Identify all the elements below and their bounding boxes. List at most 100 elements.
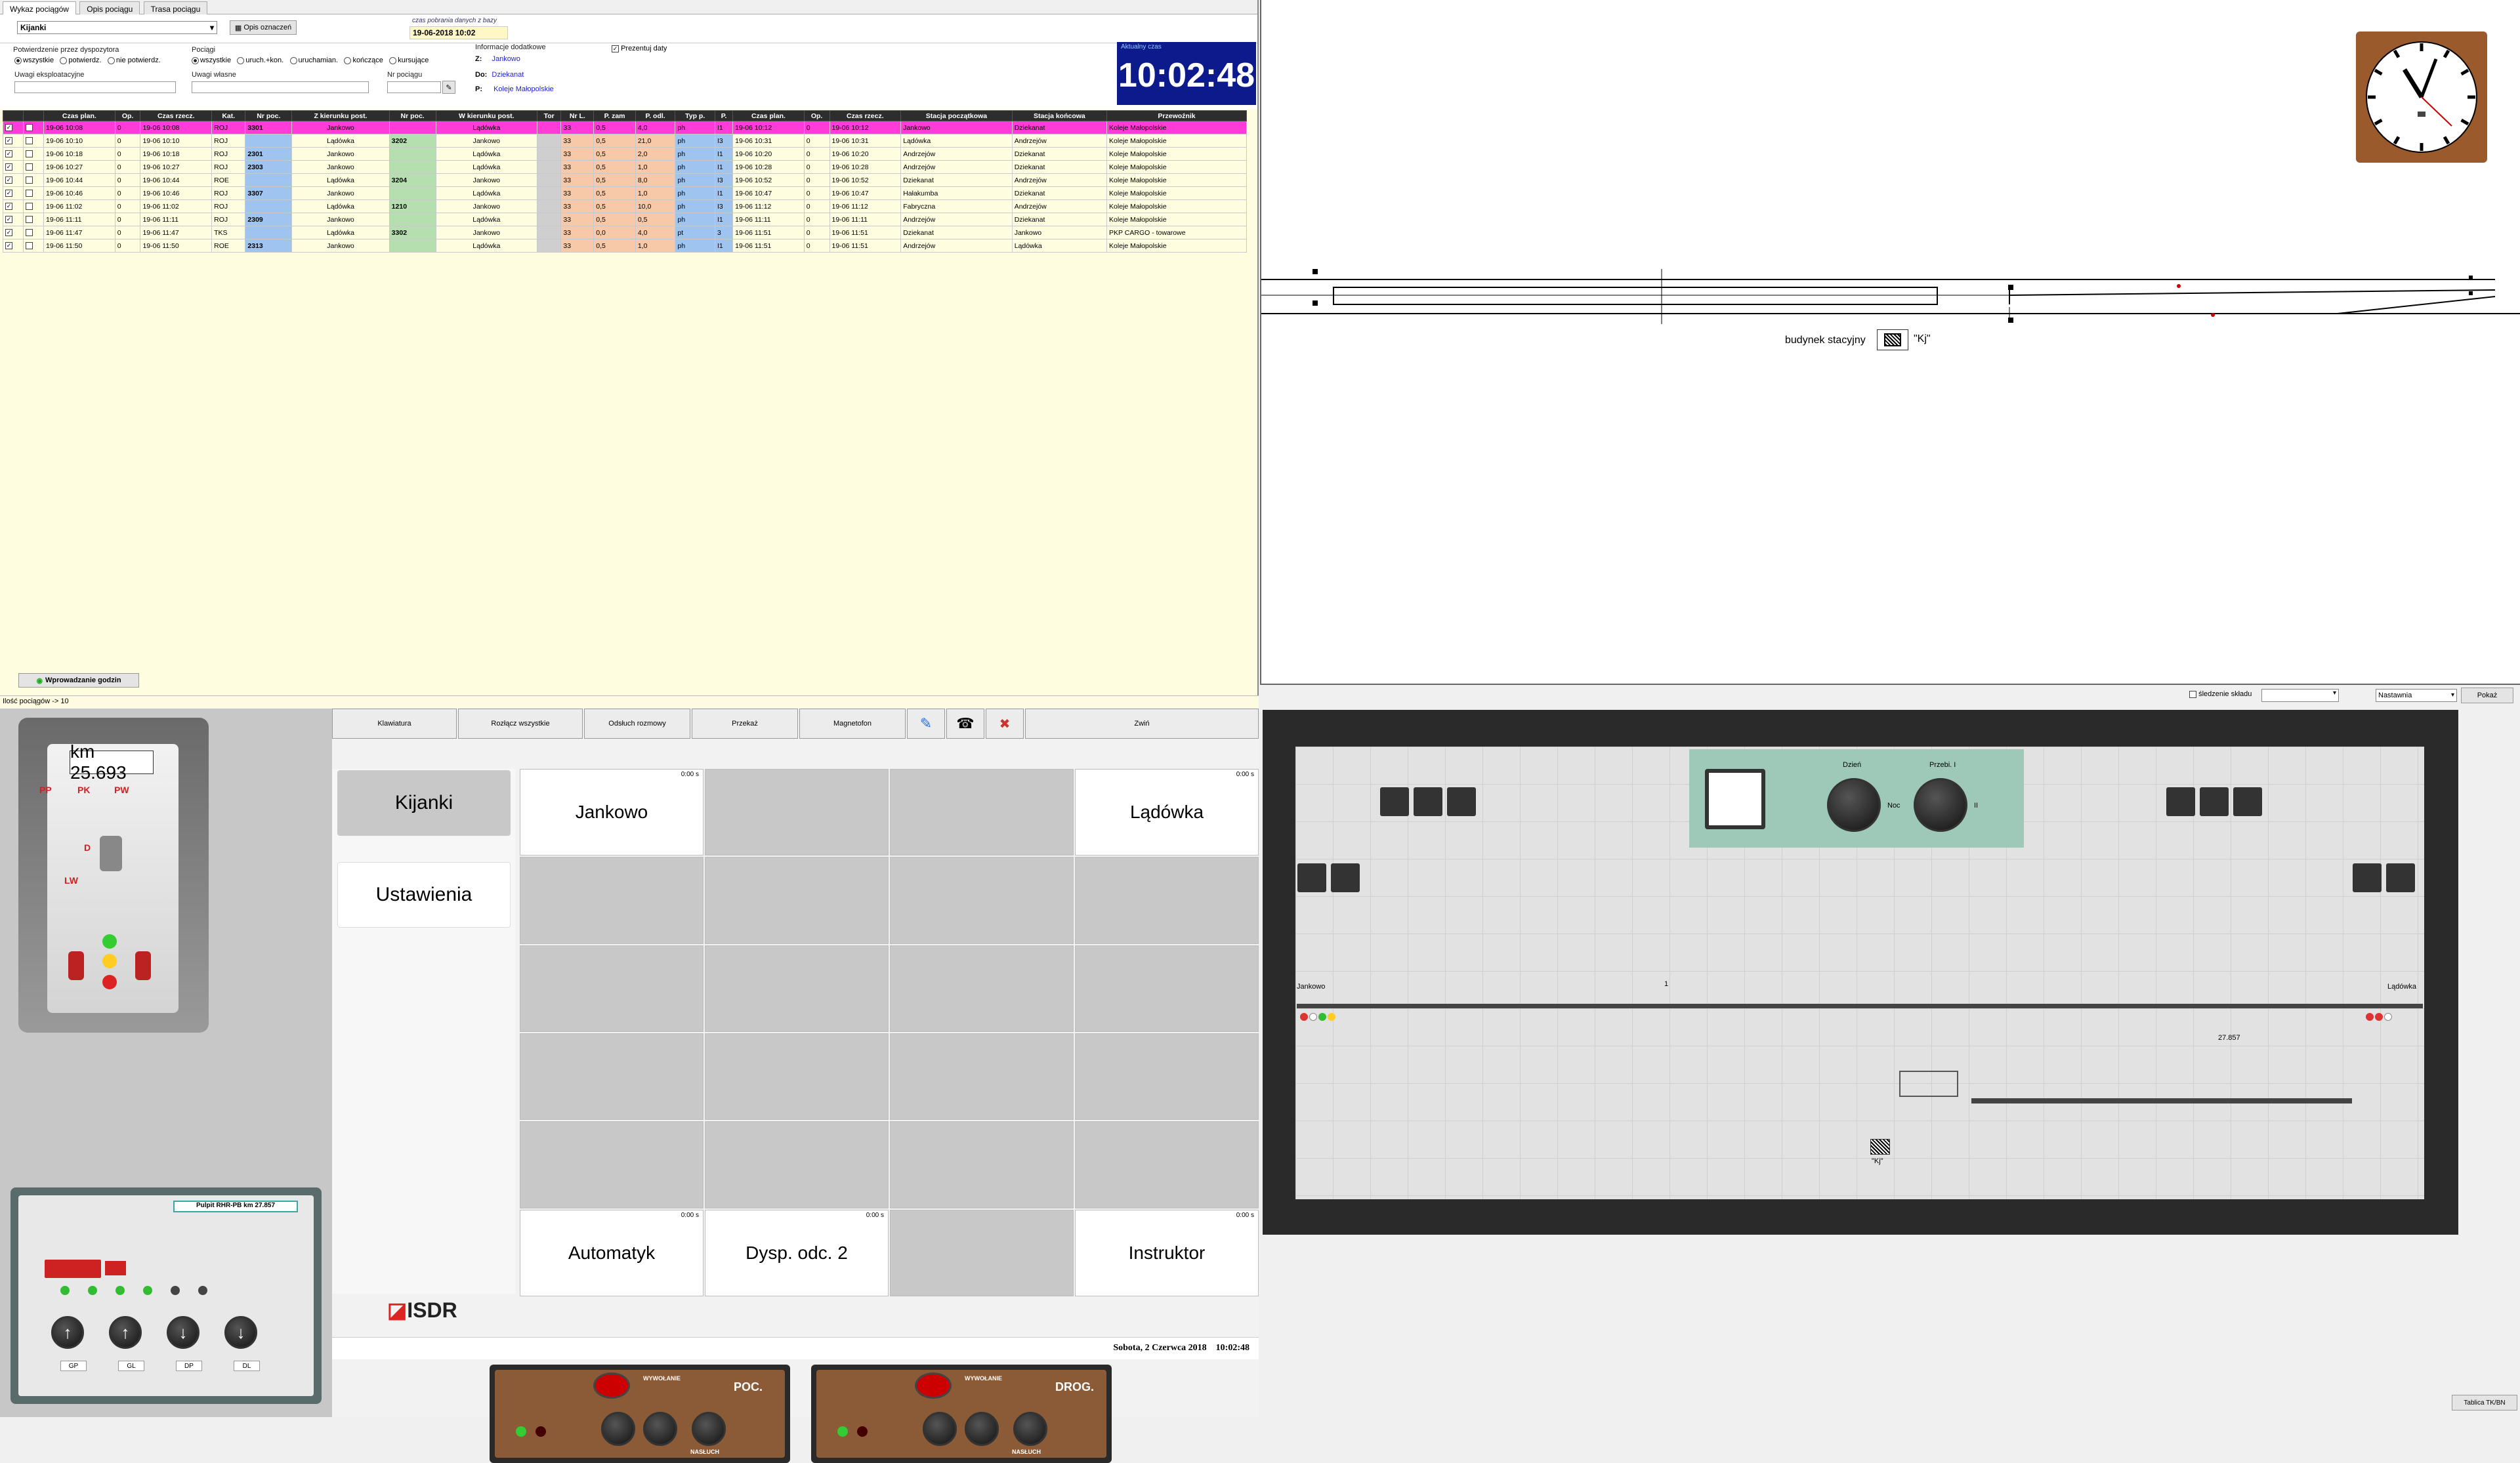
contact-ladowka[interactable]: 0:00 s Lądówka: [1075, 769, 1259, 856]
row-select-checkbox[interactable]: [26, 124, 33, 132]
contact-dispatcher[interactable]: 0:00 s Dysp. odc. 2: [705, 1209, 889, 1296]
row-select-checkbox[interactable]: [26, 242, 33, 250]
contact-jankowo[interactable]: 0:00 s Jankowo: [520, 769, 704, 856]
transfer-button[interactable]: Przekaż: [692, 709, 798, 739]
day-night-knob-icon[interactable]: [1827, 778, 1881, 832]
row-select-checkbox[interactable]: [26, 203, 33, 211]
row-select-checkbox[interactable]: [26, 216, 33, 224]
column-header[interactable]: Czas plan.: [43, 110, 116, 121]
table-cell[interactable]: [23, 121, 45, 134]
phone-icon[interactable]: ☎: [946, 709, 984, 739]
column-header[interactable]: P.: [714, 110, 734, 121]
contact-instructor[interactable]: 0:00 s Instruktor: [1075, 1209, 1259, 1296]
table-row[interactable]: ✓ 19-06 10:08 0 19-06 10:08 ROJ 3301 Jankowo Lą…: [2, 121, 1247, 134]
row-visible-checkbox[interactable]: ✓: [5, 190, 12, 197]
row-select-checkbox[interactable]: [26, 137, 33, 145]
arrow-up-knob-1-icon[interactable]: ↑: [51, 1316, 84, 1349]
table-row[interactable]: ✓ 19-06 11:47 0 19-06 11:47 TKS Lądówka 3302 Ja…: [2, 226, 1247, 239]
gp-button[interactable]: GP: [60, 1361, 87, 1371]
row-select-checkbox[interactable]: [26, 163, 33, 171]
radio-confirmed[interactable]: potwierdz.: [60, 56, 102, 64]
keyboard-button[interactable]: Klawiatura: [332, 709, 457, 739]
table-cell[interactable]: ✓: [2, 186, 24, 200]
table-cell[interactable]: [23, 147, 45, 161]
radio-trains-start-end[interactable]: uruch.+kon.: [237, 56, 284, 64]
menu-kijanki[interactable]: Kijanki: [337, 770, 511, 836]
dp-button[interactable]: DP: [176, 1361, 202, 1371]
row-visible-checkbox[interactable]: ✓: [5, 216, 12, 224]
radio-trains-all[interactable]: wszystkie: [192, 56, 231, 64]
right-button-icon[interactable]: [135, 951, 151, 980]
arrow-up-knob-2-icon[interactable]: ↑: [109, 1316, 142, 1349]
column-header[interactable]: Stacja początkowa: [900, 110, 1013, 121]
column-header[interactable]: Czas rzecz.: [140, 110, 213, 121]
row-visible-checkbox[interactable]: ✓: [5, 203, 12, 211]
menu-settings[interactable]: Ustawienia: [337, 862, 511, 928]
column-header[interactable]: Przewoźnik: [1106, 110, 1247, 121]
column-header[interactable]: Czas plan.: [732, 110, 805, 121]
gl-button[interactable]: GL: [118, 1361, 144, 1371]
left-button-icon[interactable]: [68, 951, 84, 980]
column-header[interactable]: P. odl.: [635, 110, 676, 121]
table-row[interactable]: ✓ 19-06 11:50 0 19-06 11:50 ROE 2313 Jankowo Lą…: [2, 239, 1247, 253]
table-cell[interactable]: [23, 226, 45, 239]
row-visible-checkbox[interactable]: ✓: [5, 176, 12, 184]
own-notes-input[interactable]: [192, 81, 369, 93]
signal-box-select[interactable]: Nastawnia ▾: [2376, 689, 2457, 702]
table-cell[interactable]: ✓: [2, 199, 24, 213]
column-header[interactable]: Nr poc.: [245, 110, 293, 121]
legend-button[interactable]: ▦ Opis oznaczeń: [230, 20, 297, 35]
radio-trains-ending[interactable]: kończące: [344, 56, 383, 64]
column-header[interactable]: Czas rzecz.: [829, 110, 902, 121]
phone-pen-icon[interactable]: ✎: [907, 709, 945, 739]
radio-trains-starting[interactable]: uruchamian.: [289, 56, 338, 64]
table-cell[interactable]: ✓: [2, 147, 24, 161]
column-header[interactable]: Kat.: [211, 110, 246, 121]
table-row[interactable]: ✓ 19-06 10:18 0 19-06 10:18 ROJ 2301 Jankowo Lą…: [2, 147, 1247, 161]
table-row[interactable]: ✓ 19-06 10:10 0 19-06 10:10 ROJ Lądówka 3202 Ja…: [2, 134, 1247, 148]
column-header[interactable]: Nr L.: [560, 110, 595, 121]
table-cell[interactable]: [23, 134, 45, 148]
radio-trains-running[interactable]: kursujące: [389, 56, 429, 64]
row-visible-checkbox[interactable]: ✓: [5, 137, 12, 145]
table-row[interactable]: ✓ 19-06 10:27 0 19-06 10:27 ROJ 2303 Jankowo Lą…: [2, 160, 1247, 174]
table-cell[interactable]: ✓: [2, 173, 24, 187]
column-header[interactable]: Z kierunku post.: [291, 110, 390, 121]
row-visible-checkbox[interactable]: ✓: [5, 124, 12, 132]
disconnect-all-button[interactable]: Rozłącz wszystkie: [458, 709, 583, 739]
radio-all[interactable]: wszystkie: [14, 56, 54, 64]
key-switch-icon[interactable]: [100, 836, 122, 871]
composition-select[interactable]: ▾: [2261, 689, 2339, 702]
column-header[interactable]: [2, 110, 24, 121]
table-cell[interactable]: [23, 213, 45, 226]
track-composition-checkbox[interactable]: śledzenie składu: [2189, 690, 2252, 698]
row-visible-checkbox[interactable]: ✓: [5, 229, 12, 237]
alarm-button-icon[interactable]: [915, 1372, 952, 1399]
table-cell[interactable]: [23, 160, 45, 174]
crossing-knob-icon[interactable]: [1914, 778, 1967, 832]
listen-button[interactable]: Odsłuch rozmowy: [584, 709, 690, 739]
present-dates-checkbox[interactable]: ✓ Prezentuj daty: [612, 45, 667, 52]
table-row[interactable]: ✓ 19-06 10:44 0 19-06 10:44 ROE Lądówka 3204 Ja…: [2, 173, 1247, 187]
row-visible-checkbox[interactable]: ✓: [5, 242, 12, 250]
collapse-button[interactable]: Zwiń: [1025, 709, 1259, 739]
hour-entry-button[interactable]: ◉ Wprowadzanie godzin: [18, 673, 139, 688]
alarm-button-icon[interactable]: [593, 1372, 630, 1399]
mute-icon[interactable]: ✖: [986, 709, 1024, 739]
column-header[interactable]: Typ p.: [675, 110, 715, 121]
column-header[interactable]: Tor: [536, 110, 562, 121]
table-cell[interactable]: [23, 186, 45, 200]
tk-bn-table-button[interactable]: Tablica TK/BN: [2452, 1395, 2517, 1411]
row-select-checkbox[interactable]: [26, 190, 33, 197]
table-cell[interactable]: ✓: [2, 160, 24, 174]
column-header[interactable]: P. zam: [593, 110, 636, 121]
table-cell[interactable]: ✓: [2, 121, 24, 134]
table-cell[interactable]: ✓: [2, 134, 24, 148]
column-header[interactable]: [23, 110, 45, 121]
row-select-checkbox[interactable]: [26, 229, 33, 237]
row-visible-checkbox[interactable]: ✓: [5, 150, 12, 158]
column-header[interactable]: Nr poc.: [388, 110, 436, 121]
recorder-button[interactable]: Magnetofon: [799, 709, 906, 739]
station-select[interactable]: Kijanki ▾: [17, 21, 217, 34]
table-cell[interactable]: [23, 239, 45, 253]
